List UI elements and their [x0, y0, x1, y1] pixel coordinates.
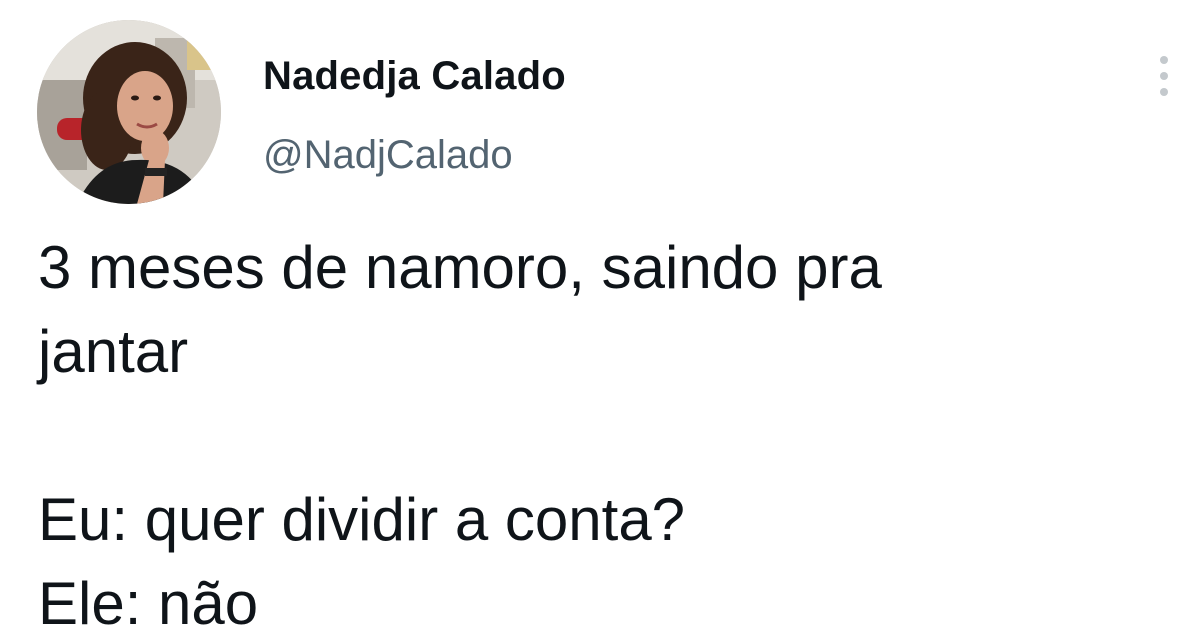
profile-photo-icon — [37, 20, 221, 204]
tweet-line: 3 meses de namoro, saindo pra — [38, 234, 882, 301]
more-options-icon — [1160, 56, 1168, 64]
tweet-line: Eu: quer dividir a conta? — [38, 486, 686, 553]
tweet-header: Nadedja Calado @NadjCalado — [0, 0, 1200, 220]
tweet-line: Ele: não — [38, 570, 259, 630]
more-options-icon-dot — [1160, 72, 1168, 80]
more-options-button[interactable] — [1146, 50, 1182, 102]
author-handle[interactable]: @NadjCalado — [263, 133, 513, 178]
tweet-card: Nadedja Calado @NadjCalado 3 meses de na… — [0, 0, 1200, 630]
author-display-name[interactable]: Nadedja Calado — [263, 54, 566, 99]
tweet-text: 3 meses de namoro, saindo pra jantar Eu:… — [38, 226, 1168, 630]
tweet-line: jantar — [38, 318, 189, 385]
more-options-icon-dot — [1160, 88, 1168, 96]
avatar[interactable] — [37, 20, 221, 204]
